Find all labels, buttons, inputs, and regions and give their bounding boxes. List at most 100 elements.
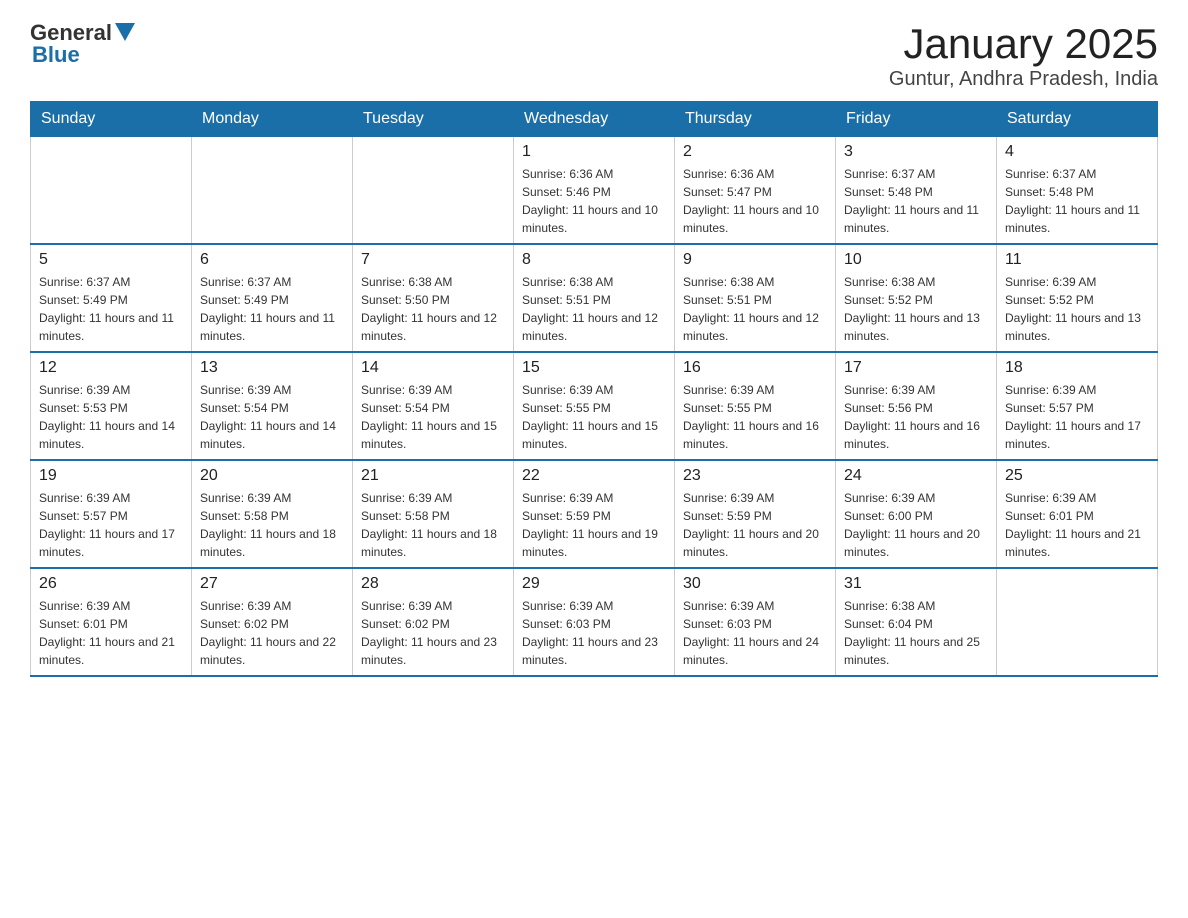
day-info: Sunrise: 6:38 AM Sunset: 6:04 PM Dayligh…	[844, 597, 988, 669]
day-info: Sunrise: 6:36 AM Sunset: 5:46 PM Dayligh…	[522, 165, 666, 237]
day-number: 15	[522, 359, 666, 377]
calendar-header-saturday: Saturday	[997, 102, 1158, 137]
day-info: Sunrise: 6:39 AM Sunset: 5:57 PM Dayligh…	[1005, 381, 1149, 453]
day-number: 21	[361, 467, 505, 485]
calendar-cell: 26 Sunrise: 6:39 AM Sunset: 6:01 PM Dayli…	[31, 568, 192, 676]
calendar-week-row: 1 Sunrise: 6:36 AM Sunset: 5:46 PM Daylig…	[31, 137, 1158, 245]
day-info: Sunrise: 6:39 AM Sunset: 5:55 PM Dayligh…	[683, 381, 827, 453]
calendar-header-sunday: Sunday	[31, 102, 192, 137]
calendar-cell: 31Sunrise: 6:38 AM Sunset: 6:04 PM Dayli…	[836, 568, 997, 676]
calendar-cell: 23Sunrise: 6:39 AM Sunset: 5:59 PM Dayli…	[675, 460, 836, 568]
calendar-header-monday: Monday	[192, 102, 353, 137]
day-number: 2	[683, 143, 827, 161]
calendar-cell: 17 Sunrise: 6:39 AM Sunset: 5:56 PM Dayli…	[836, 352, 997, 460]
day-info: Sunrise: 6:39 AM Sunset: 6:03 PM Dayligh…	[683, 597, 827, 669]
day-info: Sunrise: 6:37 AM Sunset: 5:49 PM Dayligh…	[200, 273, 344, 345]
day-number: 28	[361, 575, 505, 593]
calendar-cell: 30 Sunrise: 6:39 AM Sunset: 6:03 PM Dayli…	[675, 568, 836, 676]
calendar-cell: 2 Sunrise: 6:36 AM Sunset: 5:47 PM Daylig…	[675, 137, 836, 245]
calendar-week-row: 12 Sunrise: 6:39 AM Sunset: 5:53 PM Dayli…	[31, 352, 1158, 460]
day-number: 29	[522, 575, 666, 593]
day-number: 11	[1005, 251, 1149, 269]
day-info: Sunrise: 6:39 AM Sunset: 5:54 PM Dayligh…	[361, 381, 505, 453]
day-number: 16	[683, 359, 827, 377]
calendar-cell: 14 Sunrise: 6:39 AM Sunset: 5:54 PM Dayli…	[353, 352, 514, 460]
day-info: Sunrise: 6:37 AM Sunset: 5:48 PM Dayligh…	[1005, 165, 1149, 237]
day-number: 26	[39, 575, 183, 593]
calendar-title: January 2025	[889, 20, 1158, 68]
calendar-cell: 15 Sunrise: 6:39 AM Sunset: 5:55 PM Dayli…	[514, 352, 675, 460]
calendar-cell: 9Sunrise: 6:38 AM Sunset: 5:51 PM Daylig…	[675, 244, 836, 352]
calendar-cell	[192, 137, 353, 245]
title-block: January 2025 Guntur, Andhra Pradesh, Ind…	[889, 20, 1158, 91]
day-info: Sunrise: 6:39 AM Sunset: 5:55 PM Dayligh…	[522, 381, 666, 453]
calendar-cell: 18 Sunrise: 6:39 AM Sunset: 5:57 PM Dayli…	[997, 352, 1158, 460]
calendar-week-row: 5 Sunrise: 6:37 AM Sunset: 5:49 PM Daylig…	[31, 244, 1158, 352]
day-info: Sunrise: 6:39 AM Sunset: 5:59 PM Dayligh…	[683, 489, 827, 561]
calendar-cell: 13 Sunrise: 6:39 AM Sunset: 5:54 PM Dayli…	[192, 352, 353, 460]
calendar-header-row: SundayMondayTuesdayWednesdayThursdayFrid…	[31, 102, 1158, 137]
calendar-header-thursday: Thursday	[675, 102, 836, 137]
day-number: 13	[200, 359, 344, 377]
calendar-header-wednesday: Wednesday	[514, 102, 675, 137]
day-info: Sunrise: 6:39 AM Sunset: 5:58 PM Dayligh…	[200, 489, 344, 561]
day-info: Sunrise: 6:38 AM Sunset: 5:51 PM Dayligh…	[522, 273, 666, 345]
day-number: 5	[39, 251, 183, 269]
day-info: Sunrise: 6:39 AM Sunset: 5:59 PM Dayligh…	[522, 489, 666, 561]
day-number: 12	[39, 359, 183, 377]
day-number: 3	[844, 143, 988, 161]
day-info: Sunrise: 6:39 AM Sunset: 5:58 PM Dayligh…	[361, 489, 505, 561]
day-info: Sunrise: 6:39 AM Sunset: 5:52 PM Dayligh…	[1005, 273, 1149, 345]
day-number: 25	[1005, 467, 1149, 485]
day-number: 30	[683, 575, 827, 593]
day-info: Sunrise: 6:37 AM Sunset: 5:49 PM Dayligh…	[39, 273, 183, 345]
day-info: Sunrise: 6:38 AM Sunset: 5:50 PM Dayligh…	[361, 273, 505, 345]
calendar-week-row: 19 Sunrise: 6:39 AM Sunset: 5:57 PM Dayli…	[31, 460, 1158, 568]
page-header: General Blue January 2025 Guntur, Andhra…	[30, 20, 1158, 91]
calendar-cell: 12 Sunrise: 6:39 AM Sunset: 5:53 PM Dayli…	[31, 352, 192, 460]
calendar-cell: 7Sunrise: 6:38 AM Sunset: 5:50 PM Daylig…	[353, 244, 514, 352]
day-info: Sunrise: 6:36 AM Sunset: 5:47 PM Dayligh…	[683, 165, 827, 237]
logo: General Blue	[30, 20, 135, 68]
calendar-cell: 10Sunrise: 6:38 AM Sunset: 5:52 PM Dayli…	[836, 244, 997, 352]
calendar-cell: 19 Sunrise: 6:39 AM Sunset: 5:57 PM Dayli…	[31, 460, 192, 568]
calendar-cell: 16 Sunrise: 6:39 AM Sunset: 5:55 PM Dayli…	[675, 352, 836, 460]
day-info: Sunrise: 6:39 AM Sunset: 5:57 PM Dayligh…	[39, 489, 183, 561]
day-number: 1	[522, 143, 666, 161]
day-info: Sunrise: 6:38 AM Sunset: 5:51 PM Dayligh…	[683, 273, 827, 345]
day-info: Sunrise: 6:39 AM Sunset: 5:54 PM Dayligh…	[200, 381, 344, 453]
day-info: Sunrise: 6:39 AM Sunset: 5:56 PM Dayligh…	[844, 381, 988, 453]
calendar-header-friday: Friday	[836, 102, 997, 137]
day-number: 17	[844, 359, 988, 377]
calendar-week-row: 26 Sunrise: 6:39 AM Sunset: 6:01 PM Dayli…	[31, 568, 1158, 676]
calendar-header-tuesday: Tuesday	[353, 102, 514, 137]
calendar-cell: 4Sunrise: 6:37 AM Sunset: 5:48 PM Daylig…	[997, 137, 1158, 245]
day-info: Sunrise: 6:39 AM Sunset: 6:02 PM Dayligh…	[361, 597, 505, 669]
day-number: 18	[1005, 359, 1149, 377]
day-number: 19	[39, 467, 183, 485]
calendar-cell: 3 Sunrise: 6:37 AM Sunset: 5:48 PM Daylig…	[836, 137, 997, 245]
day-number: 24	[844, 467, 988, 485]
calendar-cell	[353, 137, 514, 245]
day-info: Sunrise: 6:39 AM Sunset: 6:03 PM Dayligh…	[522, 597, 666, 669]
calendar-cell: 29 Sunrise: 6:39 AM Sunset: 6:03 PM Dayli…	[514, 568, 675, 676]
calendar-cell: 20Sunrise: 6:39 AM Sunset: 5:58 PM Dayli…	[192, 460, 353, 568]
day-info: Sunrise: 6:39 AM Sunset: 6:02 PM Dayligh…	[200, 597, 344, 669]
day-number: 8	[522, 251, 666, 269]
calendar-table: SundayMondayTuesdayWednesdayThursdayFrid…	[30, 101, 1158, 677]
calendar-cell: 5 Sunrise: 6:37 AM Sunset: 5:49 PM Daylig…	[31, 244, 192, 352]
day-number: 14	[361, 359, 505, 377]
day-number: 27	[200, 575, 344, 593]
calendar-cell: 22 Sunrise: 6:39 AM Sunset: 5:59 PM Dayli…	[514, 460, 675, 568]
calendar-cell: 24Sunrise: 6:39 AM Sunset: 6:00 PM Dayli…	[836, 460, 997, 568]
calendar-subtitle: Guntur, Andhra Pradesh, India	[889, 68, 1158, 91]
day-number: 6	[200, 251, 344, 269]
day-info: Sunrise: 6:37 AM Sunset: 5:48 PM Dayligh…	[844, 165, 988, 237]
calendar-cell: 27 Sunrise: 6:39 AM Sunset: 6:02 PM Dayli…	[192, 568, 353, 676]
day-info: Sunrise: 6:39 AM Sunset: 6:01 PM Dayligh…	[39, 597, 183, 669]
logo-blue-text: Blue	[32, 42, 80, 68]
day-info: Sunrise: 6:39 AM Sunset: 5:53 PM Dayligh…	[39, 381, 183, 453]
calendar-cell: 6 Sunrise: 6:37 AM Sunset: 5:49 PM Daylig…	[192, 244, 353, 352]
day-number: 22	[522, 467, 666, 485]
day-number: 10	[844, 251, 988, 269]
